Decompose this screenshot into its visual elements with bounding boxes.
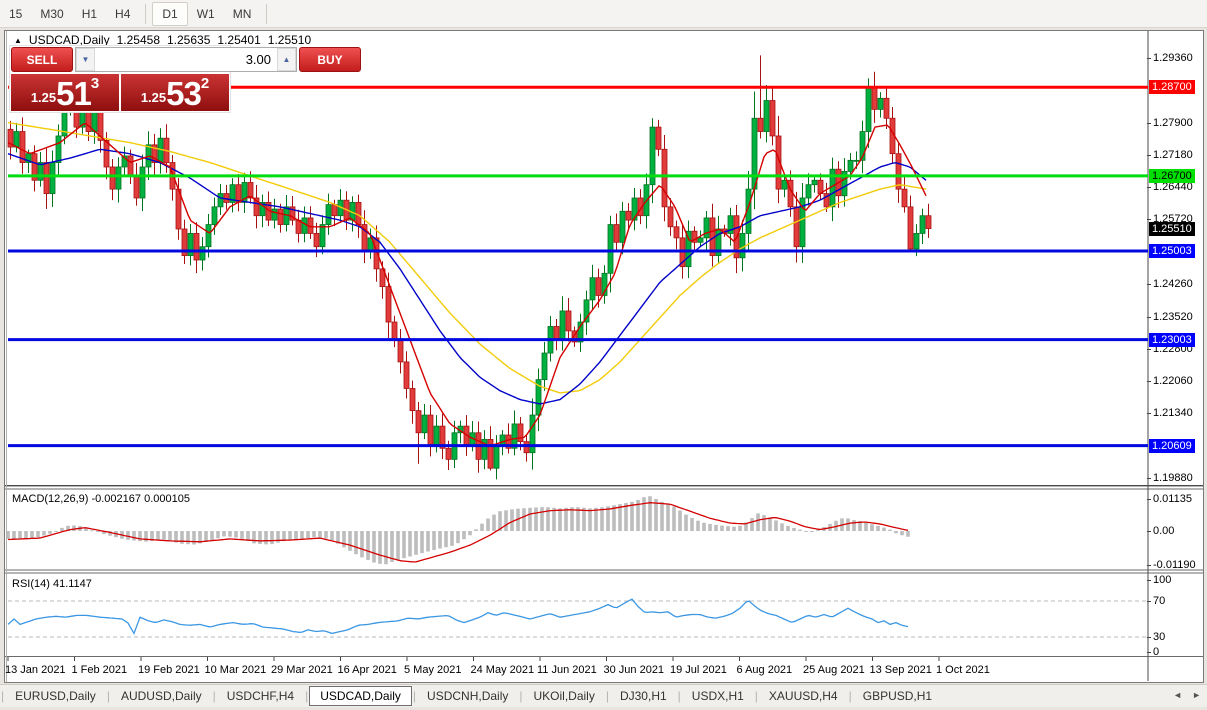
tab-usdcad[interactable]: USDCAD,Daily bbox=[309, 686, 412, 706]
buy-price-big: 53 bbox=[166, 79, 201, 109]
rsi-tick-label: 70 bbox=[1153, 595, 1165, 607]
tab-usdx[interactable]: USDX,H1 bbox=[682, 686, 754, 706]
price-badge: 1.28700 bbox=[1149, 80, 1195, 94]
macd-tick-label: 0.00 bbox=[1153, 525, 1174, 537]
tab-usdchf[interactable]: USDCHF,H4 bbox=[217, 686, 304, 706]
date-label: 16 Apr 2021 bbox=[338, 664, 397, 676]
spinner-up-icon: ▲ bbox=[283, 55, 291, 64]
tab-xauusd[interactable]: XAUUSD,H4 bbox=[759, 686, 848, 706]
price-tick-label: 1.21340 bbox=[1153, 407, 1193, 419]
price-tick-label: 1.29360 bbox=[1153, 52, 1193, 64]
date-label: 19 Jul 2021 bbox=[670, 664, 727, 676]
tab-eurusd[interactable]: EURUSD,Daily bbox=[5, 686, 106, 706]
date-label: 5 May 2021 bbox=[404, 664, 461, 676]
macd-tick-label: -0.01190 bbox=[1153, 559, 1196, 571]
date-label: 24 May 2021 bbox=[471, 664, 535, 676]
rsi-tick-label: 30 bbox=[1153, 631, 1165, 643]
ohlc-open: 1.25458 bbox=[117, 33, 160, 47]
volume-increase-button[interactable]: ▲ bbox=[277, 48, 296, 71]
macd-panel bbox=[6, 496, 910, 564]
rsi-tick-label: 100 bbox=[1153, 574, 1171, 586]
spinner-down-icon: ▼ bbox=[82, 55, 90, 64]
tab-usdcnh[interactable]: USDCNH,Daily bbox=[417, 686, 518, 706]
sell-price-big: 51 bbox=[56, 79, 91, 109]
ohlc-close: 1.25510 bbox=[268, 33, 311, 47]
buy-price-small: 1.25 bbox=[141, 90, 166, 105]
date-label: 11 Jun 2021 bbox=[537, 664, 597, 676]
buy-price-sup: 2 bbox=[201, 75, 209, 92]
window-inner-edge bbox=[6, 31, 7, 682]
time-ticks bbox=[8, 657, 939, 661]
tab-dj30[interactable]: DJ30,H1 bbox=[610, 686, 677, 706]
sell-price-small: 1.25 bbox=[31, 90, 56, 105]
date-label: 13 Sep 2021 bbox=[870, 664, 932, 676]
tab-ukoil[interactable]: UKOil,Daily bbox=[524, 686, 605, 706]
rsi-panel bbox=[8, 599, 1148, 637]
price-badge: 1.26700 bbox=[1149, 169, 1195, 183]
date-label: 19 Feb 2021 bbox=[138, 664, 200, 676]
price-badge: 1.25003 bbox=[1149, 244, 1195, 258]
tab-scroll-buttons: ◄ ► bbox=[1173, 690, 1201, 700]
date-label: 25 Aug 2021 bbox=[803, 664, 865, 676]
chart-header: ▲ USDCAD,Daily 1.25458 1.25635 1.25401 1… bbox=[14, 33, 311, 47]
rsi-tick-label: 0 bbox=[1153, 646, 1159, 658]
horizontal-lines-layer[interactable] bbox=[8, 87, 1148, 445]
buy-button[interactable]: BUY bbox=[299, 47, 361, 72]
tab-gbpusd[interactable]: GBPUSD,H1 bbox=[853, 686, 942, 706]
price-badge: 1.25510 bbox=[1149, 222, 1195, 236]
volume-input[interactable] bbox=[95, 48, 277, 71]
price-badge: 1.20609 bbox=[1149, 439, 1195, 453]
rsi-label: RSI(14) 41.1147 bbox=[12, 578, 92, 590]
price-tick-label: 1.19880 bbox=[1153, 472, 1193, 484]
price-tick-label: 1.23520 bbox=[1153, 311, 1193, 323]
volume-spinner: ▼ ▲ bbox=[75, 47, 297, 72]
volume-decrease-button[interactable]: ▼ bbox=[76, 48, 95, 71]
date-label: 1 Feb 2021 bbox=[72, 664, 128, 676]
date-label: 30 Jun 2021 bbox=[604, 664, 665, 676]
date-label: 10 Mar 2021 bbox=[205, 664, 267, 676]
ohlc-high: 1.25635 bbox=[167, 33, 210, 47]
ohlc-low: 1.25401 bbox=[217, 33, 260, 47]
chart-symbol-title: USDCAD,Daily bbox=[29, 33, 110, 47]
price-tick-label: 1.22060 bbox=[1153, 375, 1193, 387]
price-badge: 1.23003 bbox=[1149, 333, 1195, 347]
macd-label: MACD(12,26,9) -0.002167 0.000105 bbox=[12, 493, 190, 505]
candles-layer bbox=[8, 55, 931, 479]
sell-price-sup: 3 bbox=[91, 75, 99, 92]
sell-quote[interactable]: 1.25 51 3 bbox=[11, 74, 119, 111]
date-label: 29 Mar 2021 bbox=[271, 664, 333, 676]
symbol-tab-bar: |EURUSD,Daily|AUDUSD,Daily|USDCHF,H4|USD… bbox=[0, 684, 1207, 707]
price-tick-label: 1.24260 bbox=[1153, 278, 1193, 290]
sell-button[interactable]: SELL bbox=[11, 47, 73, 72]
date-label: 1 Oct 2021 bbox=[936, 664, 990, 676]
price-tick-label: 1.27900 bbox=[1153, 117, 1193, 129]
date-label: 13 Jan 2021 bbox=[5, 664, 66, 676]
tab-audusd[interactable]: AUDUSD,Daily bbox=[111, 686, 212, 706]
moving-averages-layer bbox=[8, 123, 926, 446]
one-click-trading-panel: SELL ▼ ▲ BUY 1.25 51 3 1.25 53 2 bbox=[10, 46, 230, 112]
tab-scroll-left-icon[interactable]: ◄ bbox=[1173, 690, 1182, 700]
price-tick-label: 1.27180 bbox=[1153, 149, 1193, 161]
price-tick-label: 1.26440 bbox=[1153, 181, 1193, 193]
buy-quote[interactable]: 1.25 53 2 bbox=[121, 74, 229, 111]
date-label: 6 Aug 2021 bbox=[737, 664, 793, 676]
collapse-panel-icon[interactable]: ▲ bbox=[14, 36, 22, 45]
macd-tick-label: 0.01135 bbox=[1153, 493, 1192, 505]
tab-scroll-right-icon[interactable]: ► bbox=[1192, 690, 1201, 700]
